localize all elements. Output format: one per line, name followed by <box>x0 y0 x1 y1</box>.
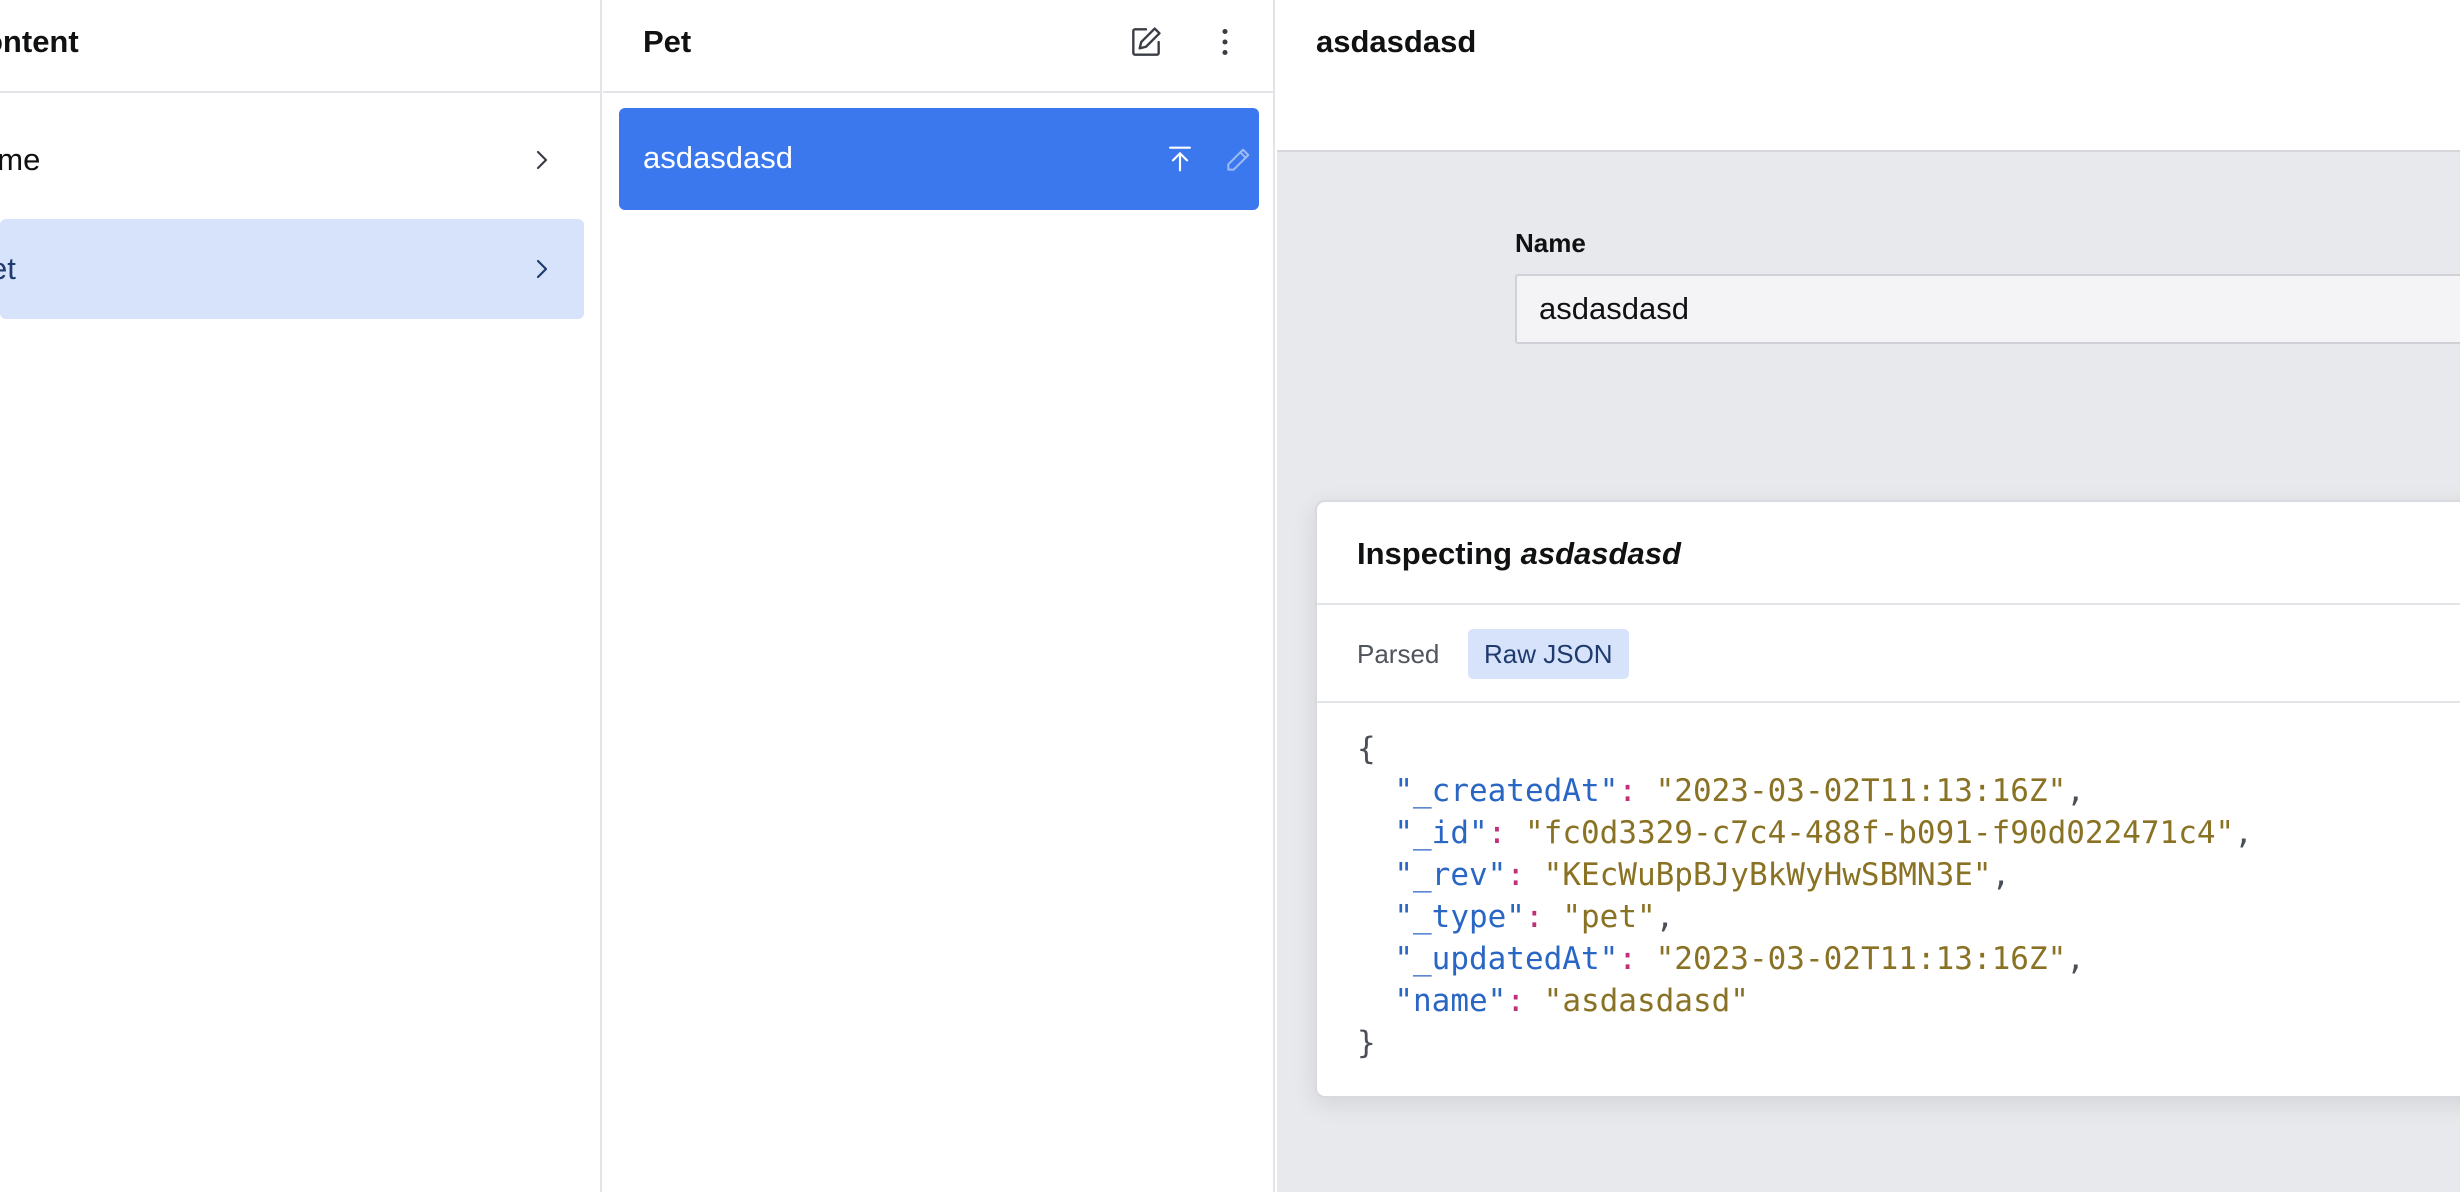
chevron-right-icon <box>536 150 548 170</box>
json-key: "_rev" <box>1394 857 1507 893</box>
pet-pane-title: Pet <box>643 24 692 59</box>
json-line: "name": "asdasdasd" <box>1357 983 1749 1019</box>
pane-menu-button[interactable] <box>1203 20 1247 64</box>
json-separator: , <box>2234 815 2253 851</box>
list-item-label: ame <box>0 142 41 177</box>
json-separator: , <box>1991 857 2011 893</box>
json-open-brace: { <box>1357 731 1376 767</box>
json-value: "fc0d3329-c7c4-488f-b091-f90d022471c4" <box>1525 815 2235 851</box>
json-line: "_rev": "KEcWuBpBJyBkWyHwSBMN3E", <box>1357 857 2010 893</box>
content-pane-title: ontent <box>0 24 79 59</box>
json-value: "2023-03-02T11:13:16Z" <box>1655 941 2067 977</box>
json-colon: : <box>1524 899 1544 935</box>
content-pane: ontent ame et <box>0 0 602 1192</box>
json-line: "_updatedAt": "2023-03-02T11:13:16Z", <box>1357 941 2085 977</box>
content-pane-header: ontent <box>0 0 600 93</box>
json-separator: , <box>2066 941 2085 977</box>
tab-parsed[interactable]: Parsed <box>1341 629 1455 679</box>
document-title: asdasdasd <box>1316 24 1477 59</box>
json-colon: : <box>1506 983 1525 1019</box>
pet-pane-header: Pet <box>603 0 1273 93</box>
inspect-dialog-title: Inspecting asdasdasd <box>1357 536 1681 572</box>
studio-app: ontent ame et Pet <box>0 0 2460 1192</box>
name-field-input[interactable]: asdasdasd <box>1515 274 2460 344</box>
publish-icon <box>1169 146 1191 172</box>
json-key: "name" <box>1394 983 1507 1019</box>
ellipsis-vertical-icon <box>1222 28 1228 56</box>
content-list-item-name[interactable]: ame <box>0 110 584 210</box>
inspect-title-prefix: Inspecting <box>1357 536 1521 571</box>
pencil-icon <box>1227 148 1250 171</box>
json-value: "KEcWuBpBJyBkWyHwSBMN3E" <box>1543 857 1992 893</box>
json-colon: : <box>1618 773 1637 809</box>
inspect-title-document: asdasdasd <box>1520 536 1681 571</box>
json-key: "_type" <box>1394 899 1525 935</box>
json-value: "asdasdasd" <box>1543 983 1749 1019</box>
pet-pane: Pet asdasdasd <box>603 0 1275 1192</box>
json-value: "pet" <box>1562 899 1656 935</box>
inspect-dialog: Inspecting asdasdasd Parsed Raw JSON { "… <box>1315 500 2460 1098</box>
json-colon: : <box>1618 941 1637 977</box>
document-pane-header: asdasdasd <box>1277 0 2460 152</box>
inspect-dialog-header: Inspecting asdasdasd <box>1317 502 2460 605</box>
json-key: "_updatedAt" <box>1394 941 1619 977</box>
json-key: "_createdAt" <box>1394 773 1619 809</box>
raw-json-view: { "_createdAt": "2023-03-02T11:13:16Z", … <box>1357 728 2460 1064</box>
inspect-tabs: Parsed Raw JSON <box>1317 605 2460 703</box>
json-separator: , <box>1655 899 1675 935</box>
json-value: "2023-03-02T11:13:16Z" <box>1655 773 2067 809</box>
name-field-label: Name <box>1515 228 1586 258</box>
json-line: "_createdAt": "2023-03-02T11:13:16Z", <box>1357 773 2085 809</box>
json-separator: , <box>2066 773 2085 809</box>
content-list-item-pet[interactable]: et <box>0 219 584 319</box>
json-close-brace: } <box>1357 1025 1376 1061</box>
json-key: "_id" <box>1394 815 1488 851</box>
create-document-button[interactable] <box>1124 20 1168 64</box>
tab-raw-json[interactable]: Raw JSON <box>1468 629 1629 679</box>
list-item-label: et <box>0 251 16 286</box>
chevron-right-icon <box>536 259 548 279</box>
document-list-item-label: asdasdasd <box>643 140 793 175</box>
json-line: "_id": "fc0d3329-c7c4-488f-b091-f90d0224… <box>1357 815 2253 851</box>
json-colon: : <box>1487 815 1507 851</box>
json-colon: : <box>1506 857 1525 893</box>
json-line: "_type": "pet", <box>1357 899 1674 935</box>
document-list-item[interactable]: asdasdasd <box>619 108 1259 210</box>
compose-icon <box>1132 27 1161 56</box>
